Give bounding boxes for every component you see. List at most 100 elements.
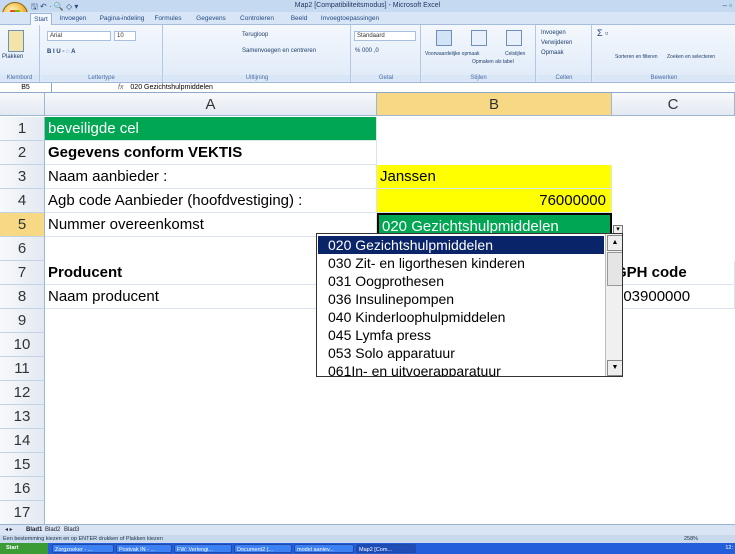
insert-cells-button[interactable]: Invoegen [541, 29, 566, 38]
row-header[interactable]: 15 [0, 453, 45, 477]
sheet-tabs: ◂ ▸ Blad1 Blad2 Blad3 [0, 524, 735, 535]
taskbar: Start Zorgzoeker - ... Postvak IN - ... … [0, 543, 735, 554]
tab-invoegtoepassingen[interactable]: Invoegtoepassingen [318, 13, 382, 25]
cell-a1[interactable]: beveiligde cel [45, 117, 377, 141]
scroll-thumb[interactable] [607, 252, 622, 286]
start-button[interactable]: Start [0, 543, 48, 554]
taskbar-item[interactable]: model aanlev... [294, 544, 354, 553]
dropdown-option[interactable]: 040 Kinderloophulpmiddelen [318, 308, 604, 326]
tab-pagina-indeling[interactable]: Pagina-indeling [95, 13, 149, 25]
taskbar-item-active[interactable]: Map2 [Com... [356, 544, 416, 553]
merge-center-button[interactable]: Samenvoegen en centreren [242, 47, 316, 56]
row-header[interactable]: 16 [0, 477, 45, 501]
wrap-text-button[interactable]: Terugloop [242, 31, 268, 40]
row-header[interactable]: 5 [0, 213, 45, 237]
taskbar-item[interactable]: FW: Verlengi... [174, 544, 232, 553]
group-uitlijning: Terugloop Samenvoegen en centreren Uitli… [164, 25, 351, 82]
cell-a2[interactable]: Gegevens conform VEKTIS [45, 141, 377, 165]
cell-b4[interactable]: 76000000 [377, 189, 612, 213]
cell-c8[interactable]: 603900000 [612, 285, 735, 309]
sheet-tab-blad2[interactable]: Blad2 [45, 526, 60, 535]
dropdown-option[interactable]: 036 Insulinepompen [318, 290, 604, 308]
row-header[interactable]: 11 [0, 357, 45, 381]
cell-a4[interactable]: Agb code Aanbieder (hoofdvestiging) : [45, 189, 377, 213]
number-format-field[interactable]: Standaard [354, 31, 416, 41]
delete-cells-button[interactable]: Verwijderen [541, 39, 572, 48]
row-header[interactable]: 13 [0, 405, 45, 429]
paste-icon[interactable] [8, 30, 24, 52]
format-cells-button[interactable]: Opmaak [541, 49, 564, 58]
dropdown-option[interactable]: 061In- en uitvoerapparatuur [318, 362, 604, 376]
zoom-level[interactable]: 258% [684, 535, 698, 543]
group-label: Uitlijning [164, 75, 350, 81]
row-header[interactable]: 14 [0, 429, 45, 453]
select-all-corner[interactable] [0, 93, 45, 116]
validation-dropdown[interactable]: 020 Gezichtshulpmiddelen 030 Zit- en lig… [316, 233, 623, 377]
group-klembord: Plakken Klembord [0, 25, 40, 82]
title-bar: Map2 [Compatibiliteitsmodus] - Microsoft… [0, 0, 735, 12]
row-header[interactable]: 8 [0, 285, 45, 309]
row-header[interactable]: 12 [0, 381, 45, 405]
window-controls[interactable]: – ▫ [722, 0, 732, 12]
tab-invoegen[interactable]: Invoegen [55, 13, 91, 25]
taskbar-item[interactable]: Zorgzoeker - ... [52, 544, 114, 553]
row-header[interactable]: 3 [0, 165, 45, 189]
font-name-field[interactable]: Arial [47, 31, 111, 41]
cell-styles-button[interactable]: Celstijlen [505, 50, 525, 59]
sheet-nav-icons[interactable]: ◂ ▸ [5, 526, 13, 535]
row-header[interactable]: 2 [0, 141, 45, 165]
dropdown-scrollbar[interactable]: ▲ ▼ [605, 234, 622, 376]
row-header[interactable]: 10 [0, 333, 45, 357]
scroll-down-icon[interactable]: ▼ [607, 360, 622, 376]
column-header-b[interactable]: B [377, 93, 612, 116]
group-stijlen: Voorwaardelijke opmaak Opmaken als tabel… [422, 25, 536, 82]
dropdown-option[interactable]: 031 Oogprothesen [318, 272, 604, 290]
dropdown-option[interactable]: 030 Zit- en ligorthesen kinderen [318, 254, 604, 272]
tab-start[interactable]: Start [30, 13, 52, 25]
group-cellen: Invoegen Verwijderen Opmaak Cellen [537, 25, 592, 82]
name-box[interactable]: B5 [0, 83, 52, 93]
sheet-tab-blad1[interactable]: Blad1 [26, 526, 42, 535]
row-header[interactable]: 9 [0, 309, 45, 333]
sum-icon[interactable]: Σ ▫ [597, 29, 608, 38]
cell-b3[interactable]: Janssen [377, 165, 612, 189]
dropdown-option[interactable]: 053 Solo apparatuur [318, 344, 604, 362]
conditional-format-icon[interactable] [436, 30, 452, 46]
formula-value: 020 Gezichtshulpmiddelen [130, 84, 213, 91]
row-header[interactable]: 4 [0, 189, 45, 213]
column-header-c[interactable]: C [612, 93, 735, 116]
bold-button[interactable]: B I U ▫ ◌ A [47, 48, 75, 57]
spreadsheet-grid[interactable]: A B C 1 2 3 4 5 6 7 8 9 10 11 12 13 14 1… [0, 93, 735, 524]
cell-styles-icon[interactable] [506, 30, 522, 46]
sort-filter-button[interactable]: Sorteren en filteren [615, 53, 658, 62]
group-getal: Standaard % 000 ,0 Getal [352, 25, 421, 82]
cell-a3[interactable]: Naam aanbieder : [45, 165, 377, 189]
taskbar-item[interactable]: Postvak IN - ... [116, 544, 172, 553]
find-select-button[interactable]: Zoeken en selecteren [667, 53, 715, 62]
column-header-a[interactable]: A [45, 93, 377, 116]
sheet-tab-blad3[interactable]: Blad3 [64, 526, 79, 535]
row-header[interactable]: 1 [0, 117, 45, 141]
row-header[interactable]: 6 [0, 237, 45, 261]
tab-controleren[interactable]: Controleren [233, 13, 281, 25]
group-lettertype: Arial 10 B I U ▫ ◌ A Lettertype [41, 25, 163, 82]
formula-bar[interactable]: fx 020 Gezichtshulpmiddelen [52, 83, 735, 93]
paste-button[interactable]: Plakken [2, 53, 23, 62]
fx-label[interactable]: fx [118, 84, 123, 91]
group-label: Lettertype [41, 75, 162, 81]
currency-icon[interactable]: % 000 ,0 [355, 47, 379, 56]
font-size-field[interactable]: 10 [114, 31, 136, 41]
tab-gegevens[interactable]: Gegevens [191, 13, 231, 25]
dropdown-option[interactable]: 020 Gezichtshulpmiddelen [318, 236, 604, 254]
taskbar-item[interactable]: Document2 (... [234, 544, 292, 553]
cell-c7[interactable]: GPH code [612, 261, 735, 285]
window-title: Map2 [Compatibiliteitsmodus] - Microsoft… [294, 2, 441, 9]
format-table-button[interactable]: Opmaken als tabel [472, 58, 514, 67]
row-header[interactable]: 17 [0, 501, 45, 524]
row-header[interactable]: 7 [0, 261, 45, 285]
tab-beeld[interactable]: Beeld [284, 13, 314, 25]
tab-formules[interactable]: Formules [150, 13, 186, 25]
dropdown-option[interactable]: 045 Lymfa press [318, 326, 604, 344]
format-table-icon[interactable] [471, 30, 487, 46]
scroll-up-icon[interactable]: ▲ [607, 235, 622, 251]
